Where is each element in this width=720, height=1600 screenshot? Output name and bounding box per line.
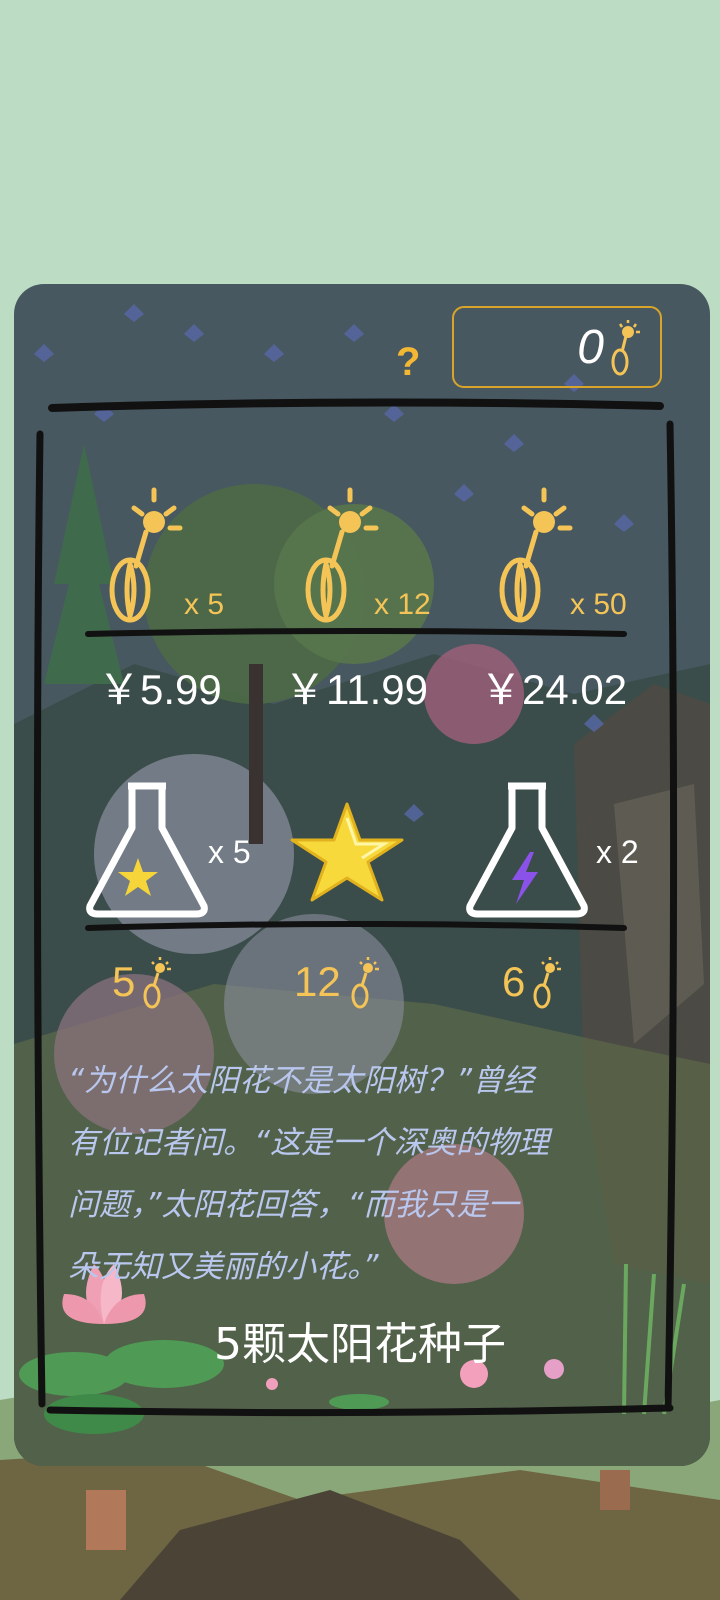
sun-seed-icon [143,957,171,1009]
star-potion-qty: x 5 [208,834,251,870]
gold-star-cost: 12 [294,958,341,1005]
seed-counter: 0 [452,306,662,388]
sun-seed-icon [351,957,379,1009]
lightning-potion-cost: 6 [502,958,526,1005]
seed-pack-3-price-button[interactable]: ￥24.02 [480,656,627,717]
seed-pack-2-qty: x 12 [374,588,431,621]
description-line: “为什么太阳花不是太阳树？”曾经 [68,1063,535,1099]
seed-pack-2-icon[interactable] [302,484,382,624]
lightning-potion-icon[interactable] [464,780,590,920]
seed-pack-2-price-button[interactable]: ￥11.99 [284,656,428,717]
description-line: 有位记者问。“这是一个深奥的物理 [68,1125,550,1161]
seed-pack-1-qty: x 5 [184,588,225,621]
sun-seed-icon [533,957,561,1009]
seed-pack-1-icon[interactable] [106,484,186,624]
lightning-potion-cost-button[interactable]: 6 [502,958,525,1006]
seed-count: 0 [577,321,604,374]
gold-star-icon[interactable] [288,800,406,904]
selected-item-caption: 5颗太阳花种子 [214,1319,506,1370]
star-potion-cost: 5 [112,958,136,1005]
description-line: 问题，”太阳花回答，“而我只是一 [68,1187,519,1223]
item-description: “为什么太阳花不是太阳树？”曾经 有位记者问。“这是一个深奥的物理 问题，”太阳… [68,1050,648,1298]
description-line: 朵无知又美丽的小花。” [68,1249,379,1285]
help-button[interactable]: ? [396,340,420,385]
gold-star-cost-button[interactable]: 12 [294,958,341,1006]
seed-pack-1-price-button[interactable]: ￥5.99 [98,656,222,717]
star-potion-cost-button[interactable]: 5 [112,958,135,1006]
seed-pack-3-qty: x 50 [570,588,627,621]
seed-pack-3-icon[interactable] [496,484,576,624]
lightning-potion-qty: x 2 [596,834,639,870]
sun-seed-icon [611,320,640,376]
star-potion-icon[interactable] [84,780,210,920]
